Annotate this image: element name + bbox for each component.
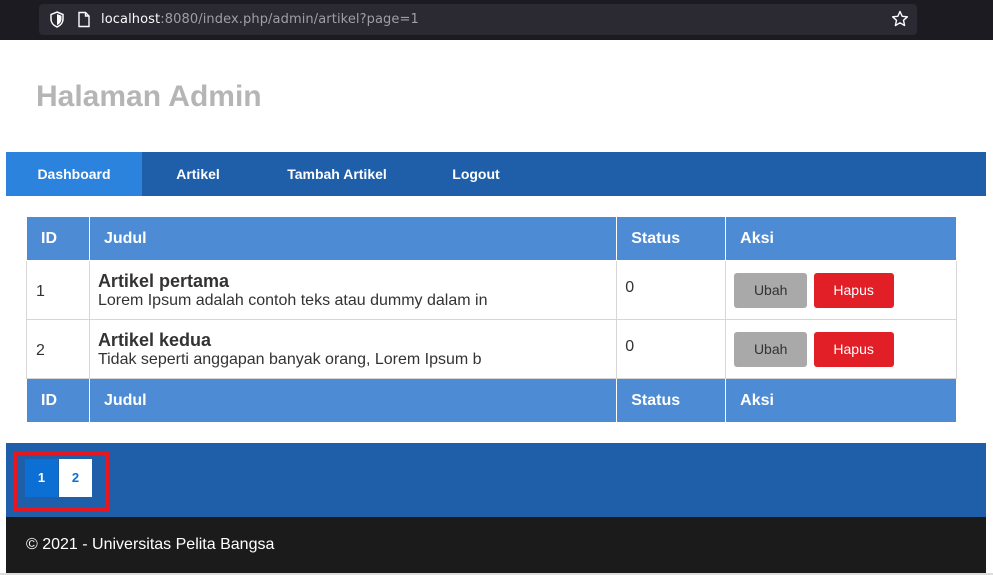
- table-row: 2 Artikel kedua Tidak seperti anggapan b…: [26, 319, 957, 379]
- page-title: Halaman Admin: [36, 80, 262, 113]
- column-footer-aksi: Aksi: [725, 378, 957, 423]
- column-header-judul: Judul: [88, 216, 618, 261]
- delete-button[interactable]: Hapus: [813, 272, 894, 308]
- main-nav: Dashboard Artikel Tambah Artikel Logout: [6, 152, 986, 196]
- edit-button[interactable]: Ubah: [734, 272, 808, 308]
- column-footer-judul: Judul: [88, 378, 618, 423]
- browser-toolbar: localhost:8080/index.php/admin/artikel?p…: [0, 0, 993, 40]
- column-header-aksi: Aksi: [725, 216, 957, 261]
- url-text[interactable]: localhost:8080/index.php/admin/artikel?p…: [101, 12, 419, 27]
- row-judul: Artikel kedua Tidak seperti anggapan ban…: [88, 319, 618, 379]
- row-id: 1: [26, 260, 90, 320]
- page-footer: © 2021 - Universitas Pelita Bangsa: [6, 517, 986, 575]
- address-bar[interactable]: localhost:8080/index.php/admin/artikel?p…: [39, 4, 917, 35]
- table-row: 1 Artikel pertama Lorem Ipsum adalah con…: [26, 260, 957, 320]
- star-icon[interactable]: [891, 10, 909, 28]
- shield-icon[interactable]: [49, 11, 65, 28]
- article-title: Artikel pertama: [97, 270, 229, 291]
- column-header-status: Status: [616, 216, 727, 261]
- pagination-bar: 1 2: [6, 443, 986, 517]
- row-actions: Ubah Hapus: [725, 319, 957, 379]
- delete-button[interactable]: Hapus: [813, 331, 894, 367]
- page-link-2[interactable]: 2: [59, 459, 92, 497]
- column-footer-id: ID: [26, 378, 90, 423]
- row-status: 0: [616, 260, 727, 320]
- nav-item-dashboard[interactable]: Dashboard: [6, 152, 142, 196]
- article-excerpt: Lorem Ipsum adalah contoh teks atau dumm…: [97, 291, 488, 309]
- article-table: ID Judul Status Aksi 1 Artikel pertama L…: [26, 216, 957, 423]
- article-title: Artikel kedua: [97, 329, 211, 350]
- table-footer: ID Judul Status Aksi: [26, 378, 957, 423]
- column-footer-status: Status: [616, 378, 727, 423]
- url-path: :8080/index.php/admin/artikel?page=1: [160, 12, 419, 27]
- table-header: ID Judul Status Aksi: [26, 216, 957, 261]
- nav-item-tambah-artikel[interactable]: Tambah Artikel: [254, 152, 420, 196]
- edit-button[interactable]: Ubah: [734, 331, 808, 367]
- nav-item-artikel[interactable]: Artikel: [142, 152, 254, 196]
- page-link-1[interactable]: 1: [25, 459, 58, 497]
- article-excerpt: Tidak seperti anggapan banyak orang, Lor…: [97, 350, 482, 368]
- footer-copyright: © 2021 - Universitas Pelita Bangsa: [26, 536, 275, 553]
- url-host: localhost: [101, 12, 161, 27]
- row-actions: Ubah Hapus: [725, 260, 957, 320]
- row-id: 2: [26, 319, 90, 379]
- page-icon[interactable]: [77, 11, 91, 28]
- column-header-id: ID: [26, 216, 90, 261]
- admin-page: Halaman Admin Dashboard Artikel Tambah A…: [6, 40, 986, 575]
- page-margin-right: [986, 40, 993, 575]
- row-judul: Artikel pertama Lorem Ipsum adalah conto…: [88, 260, 618, 320]
- row-status: 0: [616, 319, 727, 379]
- nav-item-logout[interactable]: Logout: [420, 152, 532, 196]
